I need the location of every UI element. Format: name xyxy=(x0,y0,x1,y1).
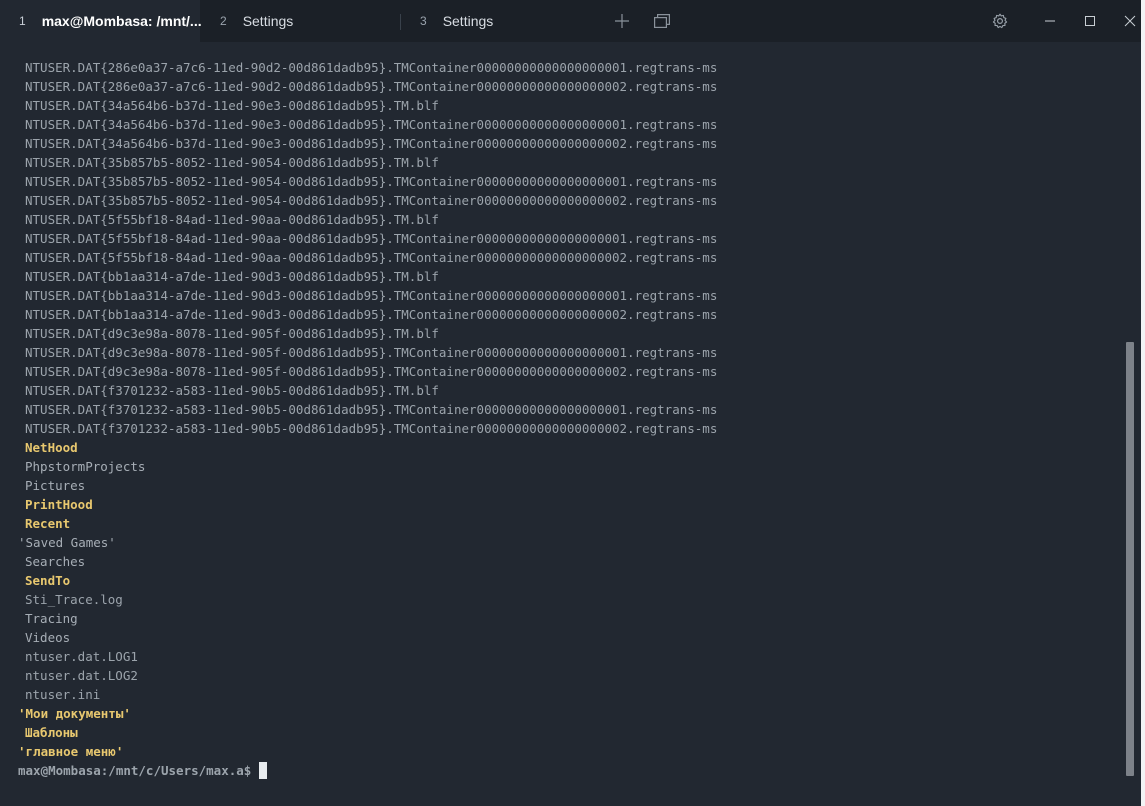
tab-title: Settings xyxy=(242,13,294,29)
output-line: NTUSER.DAT{34a564b6-b37d-11ed-90e3-00d86… xyxy=(25,98,439,113)
scrollbar-thumb[interactable] xyxy=(1126,342,1134,776)
output-line: 'Мои документы' xyxy=(18,706,131,721)
terminal-output[interactable]: NTUSER.DAT{286e0a37-a7c6-11ed-90d2-00d86… xyxy=(0,58,1120,780)
tab-bar: 1 max@Mombasa: /mnt/... 2 Settings 3 Set… xyxy=(0,0,1141,42)
output-line: NTUSER.DAT{bb1aa314-a7de-11ed-90d3-00d86… xyxy=(25,269,439,284)
output-line: NTUSER.DAT{bb1aa314-a7de-11ed-90d3-00d86… xyxy=(25,288,718,303)
new-tab-button[interactable] xyxy=(602,0,642,42)
minimize-button[interactable] xyxy=(1030,0,1070,42)
output-line: NTUSER.DAT{286e0a37-a7c6-11ed-90d2-00d86… xyxy=(25,79,718,94)
text-cursor xyxy=(259,762,268,779)
output-line: Sti_Trace.log xyxy=(25,592,123,607)
maximize-icon xyxy=(1085,16,1095,26)
tab-1[interactable]: 1 max@Mombasa: /mnt/... xyxy=(0,0,202,42)
output-line: Pictures xyxy=(25,478,86,493)
output-line: Tracing xyxy=(25,611,78,626)
overlapping-windows-icon xyxy=(654,14,670,28)
tab-title: max@Mombasa: /mnt/... xyxy=(41,13,202,29)
shell-prompt: max@Mombasa:/mnt/c/Users/max.a$ xyxy=(18,763,252,778)
tab-number: 1 xyxy=(19,14,26,28)
output-line: Videos xyxy=(25,630,71,645)
output-line: NTUSER.DAT{35b857b5-8052-11ed-9054-00d86… xyxy=(25,193,718,208)
close-button[interactable] xyxy=(1110,0,1141,42)
tab-2[interactable]: 2 Settings xyxy=(200,0,400,42)
output-line: PhpstormProjects xyxy=(25,459,146,474)
prompt-line[interactable]: max@Mombasa:/mnt/c/Users/max.a$ xyxy=(0,761,1120,780)
output-line: NetHood xyxy=(25,440,78,455)
close-icon xyxy=(1124,15,1136,27)
tab-3[interactable]: 3 Settings xyxy=(400,0,600,42)
output-line: NTUSER.DAT{35b857b5-8052-11ed-9054-00d86… xyxy=(25,174,718,189)
gear-icon xyxy=(992,13,1008,29)
output-line: Recent xyxy=(25,516,71,531)
output-line: NTUSER.DAT{f3701232-a583-11ed-90b5-00d86… xyxy=(25,383,439,398)
tab-overview-button[interactable] xyxy=(642,0,682,42)
output-line: NTUSER.DAT{5f55bf18-84ad-11ed-90aa-00d86… xyxy=(25,231,718,246)
output-line: 'Saved Games' xyxy=(18,535,116,550)
output-line: Searches xyxy=(25,554,86,569)
plus-icon xyxy=(615,14,629,28)
output-line: NTUSER.DAT{5f55bf18-84ad-11ed-90aa-00d86… xyxy=(25,250,718,265)
output-line: ntuser.dat.LOG1 xyxy=(25,649,138,664)
output-line: NTUSER.DAT{f3701232-a583-11ed-90b5-00d86… xyxy=(25,402,718,417)
output-line: NTUSER.DAT{d9c3e98a-8078-11ed-905f-00d86… xyxy=(25,326,439,341)
output-line: NTUSER.DAT{d9c3e98a-8078-11ed-905f-00d86… xyxy=(25,364,718,379)
output-line: NTUSER.DAT{d9c3e98a-8078-11ed-905f-00d86… xyxy=(25,345,718,360)
output-line: 'главное меню' xyxy=(18,744,124,759)
tab-number: 3 xyxy=(420,14,427,28)
output-line: ntuser.ini xyxy=(25,687,101,702)
output-line: Шаблоны xyxy=(25,725,78,740)
tab-number: 2 xyxy=(220,14,227,28)
maximize-button[interactable] xyxy=(1070,0,1110,42)
tab-title: Settings xyxy=(442,13,494,29)
output-line: SendTo xyxy=(25,573,71,588)
output-line: NTUSER.DAT{f3701232-a583-11ed-90b5-00d86… xyxy=(25,421,718,436)
output-line: NTUSER.DAT{286e0a37-a7c6-11ed-90d2-00d86… xyxy=(25,60,718,75)
settings-button[interactable] xyxy=(980,0,1020,42)
output-line: ntuser.dat.LOG2 xyxy=(25,668,138,683)
terminal-window: 1 max@Mombasa: /mnt/... 2 Settings 3 Set… xyxy=(0,0,1141,806)
output-line: NTUSER.DAT{34a564b6-b37d-11ed-90e3-00d86… xyxy=(25,117,718,132)
output-line: NTUSER.DAT{34a564b6-b37d-11ed-90e3-00d86… xyxy=(25,136,718,151)
output-line: NTUSER.DAT{5f55bf18-84ad-11ed-90aa-00d86… xyxy=(25,212,439,227)
window-edge xyxy=(1141,0,1145,806)
output-line: PrintHood xyxy=(25,497,93,512)
output-line: NTUSER.DAT{35b857b5-8052-11ed-9054-00d86… xyxy=(25,155,439,170)
output-line: NTUSER.DAT{bb1aa314-a7de-11ed-90d3-00d86… xyxy=(25,307,718,322)
minimize-icon xyxy=(1045,20,1055,22)
